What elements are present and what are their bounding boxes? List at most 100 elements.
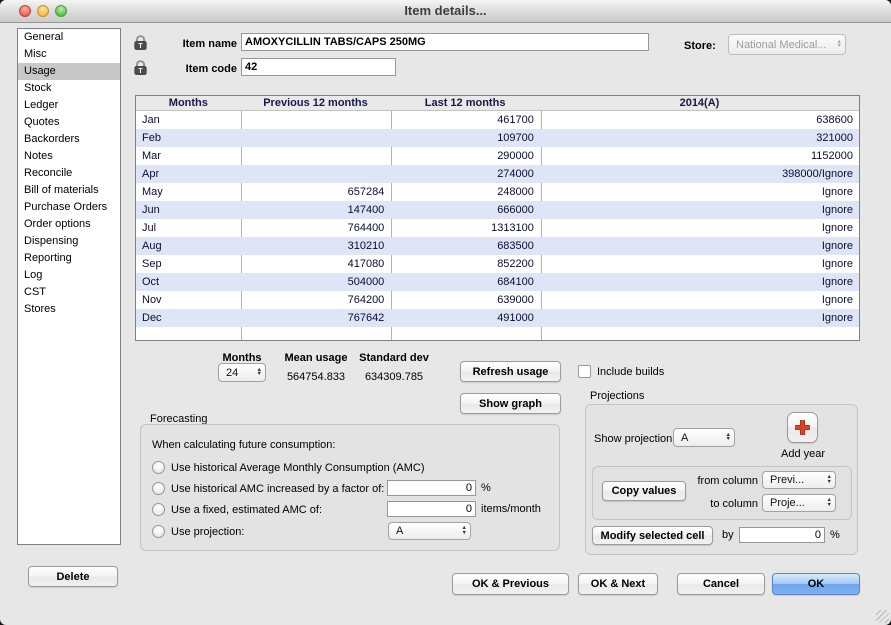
usage-table-row-jul[interactable]: Jul7644001313100Ignore [136, 219, 859, 237]
sidebar-item-reconcile[interactable]: Reconcile [18, 165, 120, 182]
factor-input[interactable] [387, 480, 476, 496]
radio-amc[interactable] [152, 461, 165, 474]
table-cell[interactable]: Nov [136, 291, 241, 309]
table-cell[interactable]: 147400 [241, 201, 391, 219]
sidebar-item-purchase-orders[interactable]: Purchase Orders [18, 199, 120, 216]
table-cell[interactable]: Sep [136, 255, 241, 273]
table-cell[interactable]: Oct [136, 273, 241, 291]
title-bar[interactable]: Item details... [0, 0, 891, 23]
months-select[interactable]: 24 ▲▼ [218, 363, 266, 382]
item-code-input[interactable] [241, 58, 396, 76]
cancel-button[interactable]: Cancel [677, 573, 765, 595]
table-cell[interactable]: Dec [136, 309, 241, 327]
sidebar-item-ledger[interactable]: Ledger [18, 97, 120, 114]
table-cell[interactable]: 274000 [390, 165, 540, 183]
sidebar-item-dispensing[interactable]: Dispensing [18, 233, 120, 250]
table-cell[interactable]: Apr [136, 165, 241, 183]
table-cell[interactable] [241, 111, 391, 129]
table-cell[interactable] [241, 165, 391, 183]
sidebar-item-cst[interactable]: CST [18, 284, 120, 301]
table-cell[interactable]: Ignore [540, 309, 859, 327]
radio-fixed-amc[interactable] [152, 503, 165, 516]
table-cell[interactable]: 1313100 [390, 219, 540, 237]
table-cell[interactable]: 684100 [390, 273, 540, 291]
table-cell[interactable]: 109700 [390, 129, 540, 147]
usage-table-row-apr[interactable]: Apr 274000398000/Ignore [136, 165, 859, 183]
sidebar-item-reporting[interactable]: Reporting [18, 250, 120, 267]
table-cell[interactable]: Ignore [540, 273, 859, 291]
item-name-input[interactable] [241, 33, 649, 51]
table-cell[interactable]: Ignore [540, 183, 859, 201]
refresh-usage-button[interactable]: Refresh usage [460, 361, 561, 382]
by-input[interactable] [739, 527, 825, 543]
usage-table-row-dec[interactable]: Dec767642491000Ignore [136, 309, 859, 327]
table-cell[interactable]: Jun [136, 201, 241, 219]
use-projection-select[interactable]: A ▲▼ [388, 522, 471, 540]
table-cell[interactable]: Ignore [540, 219, 859, 237]
show-graph-button[interactable]: Show graph [460, 393, 561, 414]
table-cell[interactable]: 290000 [390, 147, 540, 165]
from-column-select[interactable]: Previ... ▲▼ [762, 471, 836, 489]
table-cell[interactable]: 504000 [241, 273, 391, 291]
sidebar-item-notes[interactable]: Notes [18, 148, 120, 165]
delete-button[interactable]: Delete [28, 566, 118, 587]
table-cell[interactable]: 638600 [540, 111, 859, 129]
ok-button[interactable]: OK [772, 573, 860, 595]
usage-table-row-aug[interactable]: Aug310210683500Ignore [136, 237, 859, 255]
table-cell[interactable]: 398000/Ignore [540, 165, 859, 183]
table-cell[interactable]: Ignore [540, 201, 859, 219]
table-cell[interactable]: Ignore [540, 291, 859, 309]
table-cell[interactable]: 310210 [241, 237, 391, 255]
usage-table-header[interactable]: Months Previous 12 months Last 12 months… [136, 96, 859, 111]
sidebar-item-stores[interactable]: Stores [18, 301, 120, 318]
column-header-previous-12[interactable]: Previous 12 months [241, 96, 391, 110]
sidebar-item-misc[interactable]: Misc [18, 46, 120, 63]
table-cell[interactable]: 461700 [390, 111, 540, 129]
fixed-amc-input[interactable] [387, 501, 476, 517]
table-cell[interactable]: 491000 [390, 309, 540, 327]
column-header-2014a[interactable]: 2014(A) [540, 96, 859, 110]
table-cell[interactable]: Aug [136, 237, 241, 255]
sidebar-item-log[interactable]: Log [18, 267, 120, 284]
store-select[interactable]: National Medical... ▲▼ [728, 34, 846, 55]
table-cell[interactable]: 639000 [390, 291, 540, 309]
include-builds-checkbox[interactable] [578, 365, 591, 378]
usage-table-row-feb[interactable]: Feb 109700321000 [136, 129, 859, 147]
ok-next-button[interactable]: OK & Next [578, 573, 658, 595]
add-year-button[interactable] [787, 412, 818, 443]
table-cell[interactable]: Jan [136, 111, 241, 129]
table-cell[interactable] [241, 129, 391, 147]
sidebar-item-order-options[interactable]: Order options [18, 216, 120, 233]
copy-values-button[interactable]: Copy values [602, 481, 686, 501]
column-header-last-12[interactable]: Last 12 months [390, 96, 540, 110]
sidebar-item-backorders[interactable]: Backorders [18, 131, 120, 148]
table-cell[interactable]: 666000 [390, 201, 540, 219]
to-column-select[interactable]: Proje... ▲▼ [762, 494, 836, 512]
modify-cell-button[interactable]: Modify selected cell [592, 526, 713, 545]
table-cell[interactable]: 248000 [390, 183, 540, 201]
table-cell[interactable]: Feb [136, 129, 241, 147]
table-cell[interactable]: 417080 [241, 255, 391, 273]
sidebar-item-quotes[interactable]: Quotes [18, 114, 120, 131]
usage-table-row-jan[interactable]: Jan 461700638600 [136, 111, 859, 129]
resize-grip[interactable] [876, 610, 889, 623]
usage-table-row-mar[interactable]: Mar2900001152000 [136, 147, 859, 165]
sidebar-item-usage[interactable]: Usage [18, 63, 120, 80]
table-cell[interactable] [241, 147, 391, 165]
sidebar-item-stock[interactable]: Stock [18, 80, 120, 97]
column-header-months[interactable]: Months [136, 96, 241, 110]
ok-previous-button[interactable]: OK & Previous [452, 573, 569, 595]
table-cell[interactable]: 321000 [540, 129, 859, 147]
table-cell[interactable]: Ignore [540, 237, 859, 255]
usage-table-row-may[interactable]: May657284248000Ignore [136, 183, 859, 201]
table-cell[interactable]: 767642 [241, 309, 391, 327]
usage-table-row-nov[interactable]: Nov764200639000Ignore [136, 291, 859, 309]
table-cell[interactable]: May [136, 183, 241, 201]
radio-amc-factor[interactable] [152, 482, 165, 495]
show-projection-select[interactable]: A ▲▼ [673, 428, 735, 447]
table-cell[interactable]: 683500 [390, 237, 540, 255]
table-cell[interactable]: Mar [136, 147, 241, 165]
table-cell[interactable]: 764400 [241, 219, 391, 237]
usage-table-row-oct[interactable]: Oct504000684100Ignore [136, 273, 859, 291]
table-cell[interactable]: Jul [136, 219, 241, 237]
